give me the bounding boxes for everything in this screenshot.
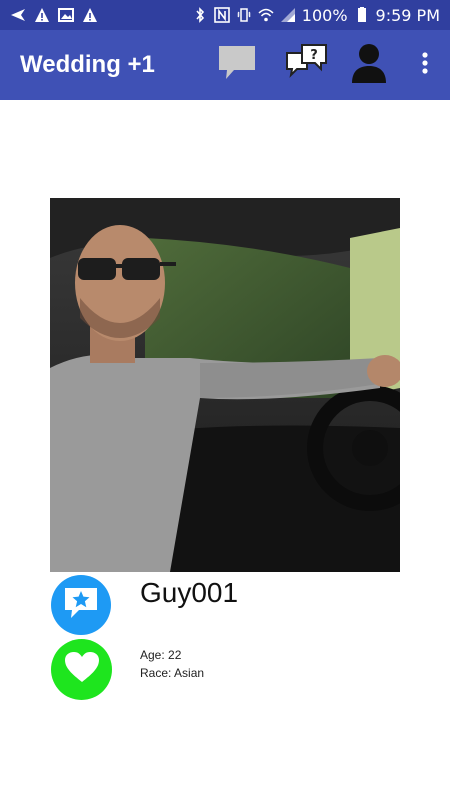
status-left-icons (10, 7, 98, 23)
question-chat-icon: ? (285, 43, 329, 88)
chat-button[interactable] (51, 575, 111, 635)
status-bar: 100% 9:59 PM (0, 0, 450, 30)
signal-icon (280, 7, 296, 23)
battery-icon (354, 7, 370, 23)
heart-icon (63, 650, 101, 689)
warning-icon (34, 7, 50, 23)
like-button[interactable] (51, 639, 112, 700)
profile-race: Race: Asian (140, 666, 205, 680)
chat-bubble-button[interactable] (198, 30, 276, 100)
image-icon (58, 7, 74, 23)
wifi-icon (258, 7, 274, 23)
profile-name: Guy001 (140, 577, 239, 608)
profile-photo[interactable] (50, 198, 400, 572)
app-bar: Wedding +1 ? (0, 30, 450, 100)
star-chat-icon (63, 586, 99, 625)
profile-photo-illustration (50, 198, 400, 572)
svg-text:?: ? (310, 48, 318, 63)
app-title: Wedding +1 (20, 51, 155, 78)
battery-percent: 100% (301, 5, 348, 25)
bluetooth-icon (192, 7, 208, 23)
overflow-menu-button[interactable] (400, 30, 450, 100)
profile-age: Age: 22 (140, 648, 182, 662)
clock: 9:59 PM (375, 5, 440, 25)
overflow-menu-icon (422, 51, 428, 79)
send-icon (10, 7, 26, 23)
nfc-icon (213, 7, 230, 23)
warning-icon (82, 7, 98, 23)
vibrate-icon (236, 7, 252, 23)
profile-icon (350, 42, 388, 89)
chat-bubble-icon (216, 43, 258, 88)
app-actions: ? (198, 30, 450, 100)
question-chat-button[interactable]: ? (276, 30, 338, 100)
status-right-icons: 100% 9:59 PM (192, 6, 440, 25)
profile-button[interactable] (338, 30, 400, 100)
